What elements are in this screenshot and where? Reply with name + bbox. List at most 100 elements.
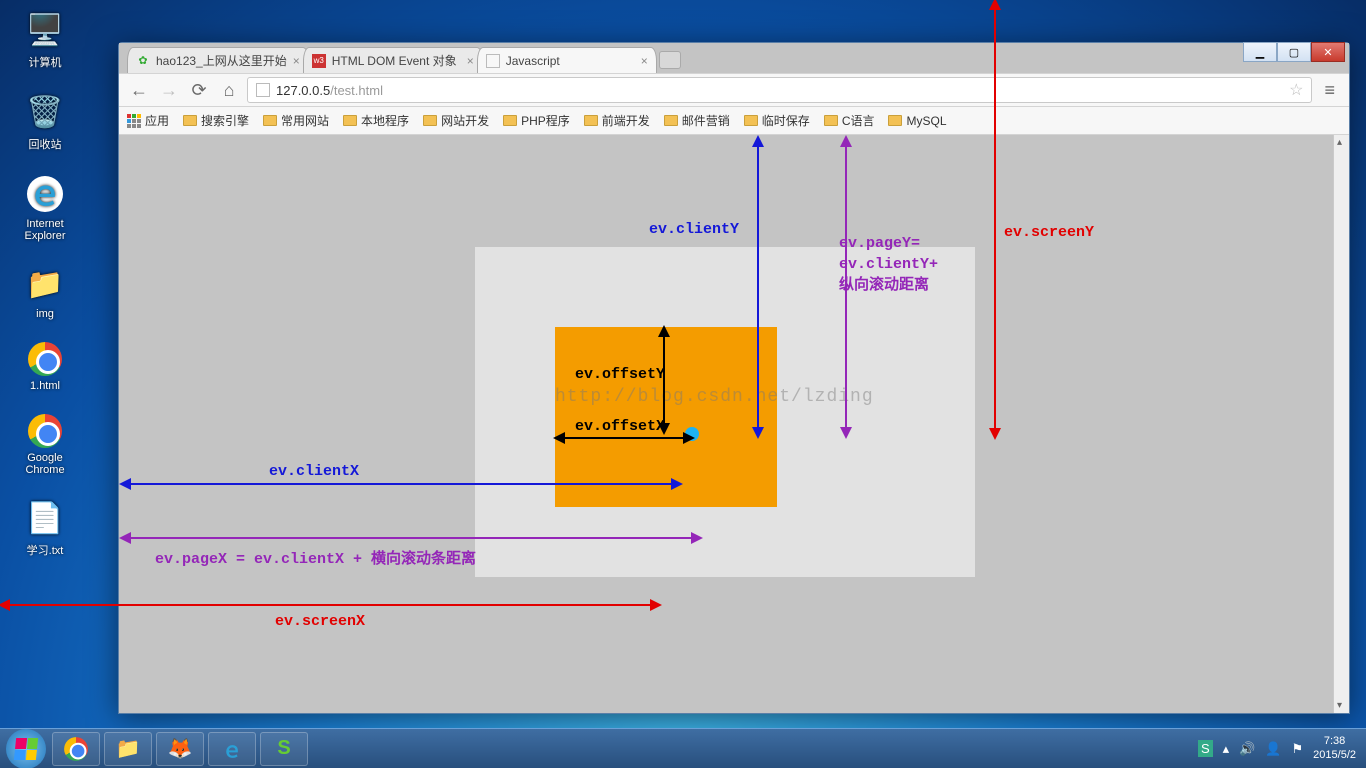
tab-hao123[interactable]: ✿ hao123_上网从这里开始 ×	[127, 47, 309, 73]
ie-icon: ｅ	[222, 734, 242, 763]
tab-close-icon[interactable]: ×	[287, 54, 300, 68]
window-minimize-button[interactable]	[1243, 42, 1277, 62]
start-button[interactable]	[6, 729, 46, 768]
new-tab-button[interactable]	[659, 51, 681, 69]
bookmark-label: 邮件营销	[682, 112, 730, 129]
folder-icon	[584, 115, 598, 126]
reload-button[interactable]	[187, 78, 211, 102]
folder-icon	[25, 264, 65, 304]
chrome-icon	[64, 737, 88, 761]
tray-flag-icon[interactable]: ⚑	[1292, 741, 1304, 757]
address-path: /test.html	[330, 83, 383, 98]
bookmark-folder[interactable]: 搜索引擎	[183, 112, 249, 129]
favicon-icon: w3	[312, 54, 326, 68]
tray-input-icon[interactable]: S	[1198, 740, 1213, 757]
taskbar-item-firefox[interactable]: 🦊	[156, 732, 204, 766]
tab-close-icon[interactable]: ×	[635, 54, 648, 68]
arrow-clientx	[121, 483, 681, 485]
browser-window: ✿ hao123_上网从这里开始 × w3 HTML DOM Event 对象 …	[118, 42, 1350, 714]
folder-icon	[503, 115, 517, 126]
bookmark-folder[interactable]: PHP程序	[503, 112, 570, 129]
desktop-icon-computer[interactable]: 计算机	[10, 10, 80, 70]
tab-title: Javascript	[506, 54, 560, 68]
desktop-icon-chrome[interactable]: Google Chrome	[10, 414, 80, 476]
taskbar-item-explorer[interactable]: 📁	[104, 732, 152, 766]
bookmark-folder[interactable]: 网站开发	[423, 112, 489, 129]
system-tray: S ▴ 🔊 👤 ⚑ 7:38 2015/5/2	[1198, 735, 1360, 761]
app-icon: S	[277, 737, 290, 760]
bookmark-folder[interactable]: 邮件营销	[664, 112, 730, 129]
chrome-icon	[28, 342, 62, 376]
desktop-icon-1html[interactable]: 1.html	[10, 342, 80, 392]
tab-w3c[interactable]: w3 HTML DOM Event 对象 ×	[303, 47, 483, 73]
arrow-offsetx	[555, 437, 693, 439]
folder-icon	[824, 115, 838, 126]
tab-close-icon[interactable]: ×	[461, 54, 474, 68]
desktop-label: 回收站	[29, 139, 62, 151]
label-pagex: ev.pageX = ev.clientX + 横向滚动条距离	[155, 547, 476, 568]
bookmark-folder[interactable]: MySQL	[888, 114, 946, 128]
desktop-label: 1.html	[30, 380, 60, 392]
taskbar-item-ie[interactable]: ｅ	[208, 732, 256, 766]
desktop-label: img	[36, 308, 54, 320]
folder-icon	[664, 115, 678, 126]
apps-button[interactable]: 应用	[127, 112, 169, 129]
bookmark-folder[interactable]: C语言	[824, 112, 875, 129]
bookmark-folder[interactable]: 临时保存	[744, 112, 810, 129]
window-maximize-button[interactable]	[1277, 42, 1311, 62]
computer-icon	[25, 10, 65, 50]
apps-icon	[127, 114, 141, 128]
desktop-label: Internet Explorer	[25, 218, 66, 242]
bookmark-label: MySQL	[906, 114, 946, 128]
explorer-icon: 📁	[116, 736, 141, 761]
recycle-icon	[25, 92, 65, 132]
bookmark-label: 常用网站	[281, 112, 329, 129]
clock-date: 2015/5/2	[1313, 749, 1356, 762]
favicon-icon	[486, 54, 500, 68]
label-screenx: ev.screenX	[275, 613, 365, 630]
tray-volume-icon[interactable]: 🔊	[1239, 741, 1255, 757]
bookmark-label: C语言	[842, 112, 875, 129]
folder-icon	[423, 115, 437, 126]
taskbar-item-chrome[interactable]	[52, 732, 100, 766]
bookmark-folder[interactable]: 本地程序	[343, 112, 409, 129]
bookmark-label: 临时保存	[762, 112, 810, 129]
folder-icon	[183, 115, 197, 126]
taskbar-clock[interactable]: 7:38 2015/5/2	[1313, 735, 1356, 761]
tray-chevron-icon[interactable]: ▴	[1223, 741, 1230, 757]
bookmark-star-icon[interactable]: ☆	[1289, 80, 1303, 100]
desktop-icon-recycle[interactable]: 回收站	[10, 92, 80, 152]
label-clienty: ev.clientY	[649, 221, 739, 238]
tray-network-icon[interactable]: 👤	[1265, 741, 1281, 757]
bookmark-label: 本地程序	[361, 112, 409, 129]
vertical-scrollbar[interactable]	[1333, 135, 1349, 713]
taskbar-item-app[interactable]: S	[260, 732, 308, 766]
window-close-button[interactable]	[1311, 42, 1345, 62]
chrome-menu-button[interactable]: ≡	[1318, 80, 1341, 101]
page-icon	[256, 83, 270, 97]
tab-javascript[interactable]: Javascript ×	[477, 47, 657, 73]
toolbar: 127.0.0.5/test.html ☆ ≡	[119, 73, 1349, 107]
desktop-icon-ie[interactable]: Internet Explorer	[10, 174, 80, 242]
favicon-icon: ✿	[136, 54, 150, 68]
chrome-icon	[28, 414, 62, 448]
desktop-icon-img[interactable]: img	[10, 264, 80, 320]
bookmark-label: 前端开发	[602, 112, 650, 129]
outer-element	[475, 247, 975, 577]
inner-element	[555, 327, 777, 507]
address-host: 127.0.0.5	[276, 83, 330, 98]
text-file-icon	[25, 498, 65, 538]
desktop-icons: 计算机 回收站 Internet Explorer img 1.html Goo…	[10, 10, 90, 580]
apps-label: 应用	[145, 112, 169, 129]
home-button[interactable]	[217, 78, 241, 102]
ie-icon	[25, 174, 65, 214]
desktop-icon-study[interactable]: 学习.txt	[10, 498, 80, 558]
tab-strip: ✿ hao123_上网从这里开始 × w3 HTML DOM Event 对象 …	[119, 43, 1349, 73]
label-pagey: ev.pageY= ev.clientY+ 纵向滚动距离	[839, 233, 938, 296]
forward-button	[157, 78, 181, 102]
bookmark-folder[interactable]: 常用网站	[263, 112, 329, 129]
clock-time: 7:38	[1313, 735, 1356, 748]
address-bar[interactable]: 127.0.0.5/test.html ☆	[247, 77, 1312, 103]
back-button[interactable]	[127, 78, 151, 102]
bookmark-folder[interactable]: 前端开发	[584, 112, 650, 129]
